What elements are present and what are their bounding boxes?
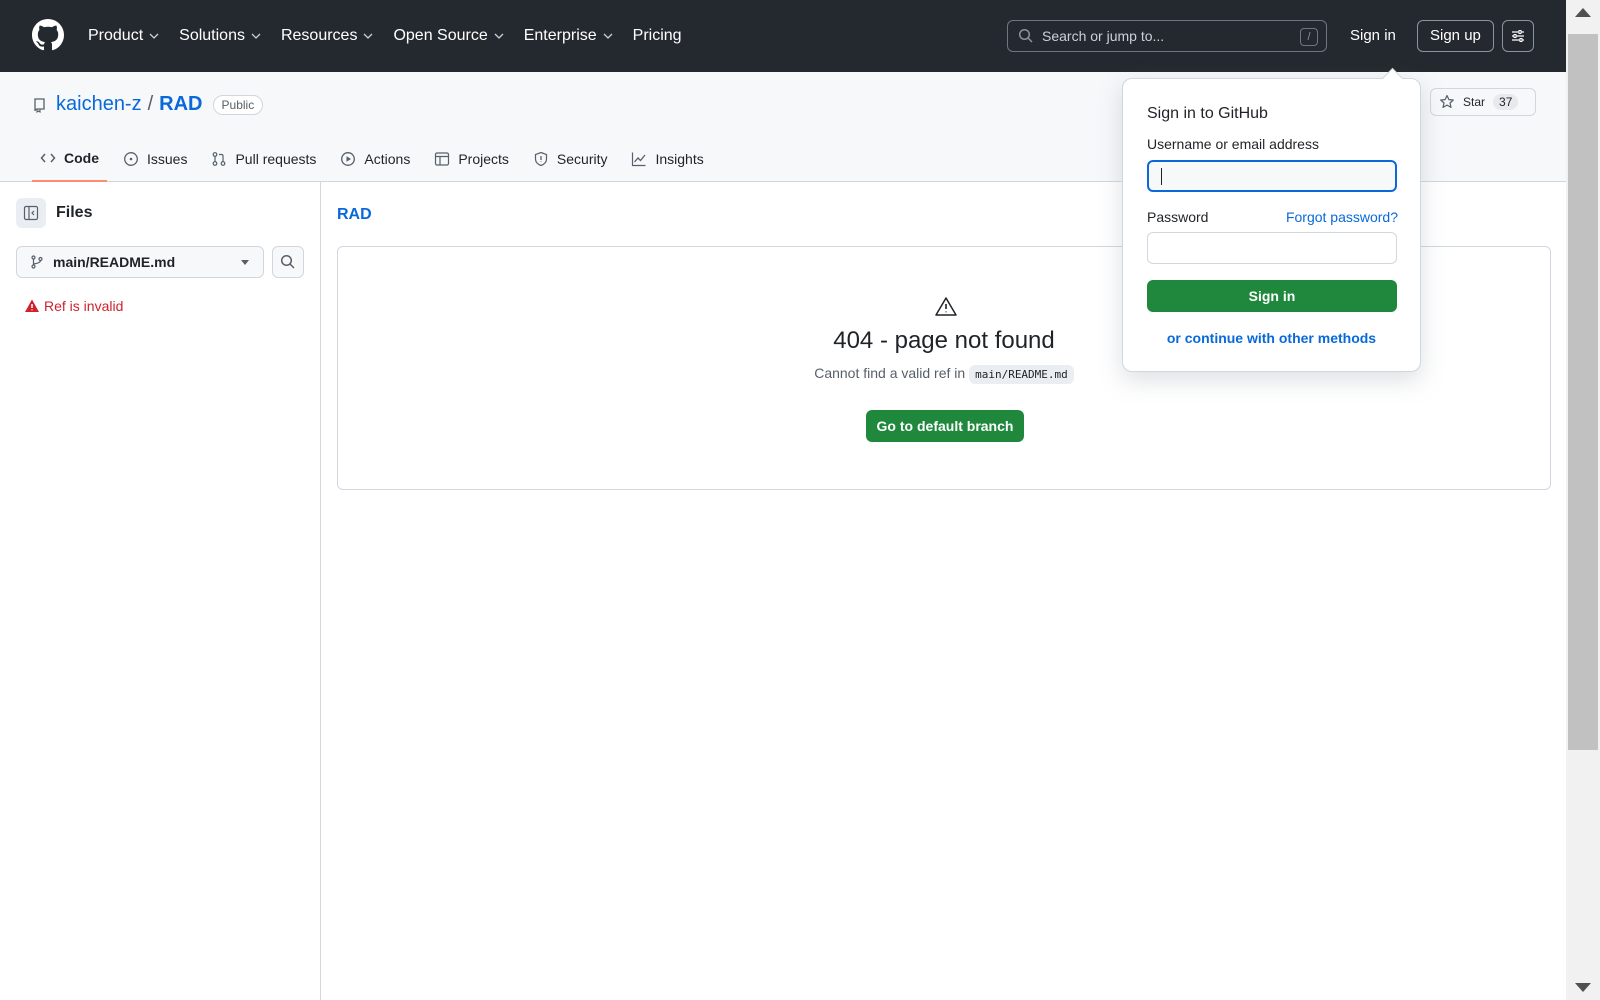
play-icon xyxy=(341,152,356,166)
search-icon xyxy=(1018,28,1033,43)
nav-open-source[interactable]: Open Source xyxy=(393,27,504,45)
go-to-default-branch-button[interactable]: Go to default branch xyxy=(866,410,1024,442)
repo-separator: / xyxy=(147,93,154,115)
tab-actions[interactable]: Actions xyxy=(332,136,418,182)
nav-resources[interactable]: Resources xyxy=(281,27,373,45)
sign-in-button[interactable]: Sign in xyxy=(1147,280,1397,312)
pull-request-icon xyxy=(213,152,226,166)
sidebar-collapse-icon xyxy=(23,205,39,221)
repo-icon xyxy=(34,97,45,113)
username-field[interactable] xyxy=(1147,160,1397,192)
chevron-down-icon xyxy=(251,33,261,39)
chevron-down-icon xyxy=(149,33,159,39)
chevron-down-icon xyxy=(363,33,373,39)
ref-error-message: Ref is invalid xyxy=(24,298,123,314)
tab-security[interactable]: Security xyxy=(525,136,616,182)
sliders-icon xyxy=(1512,30,1524,42)
tab-label: Insights xyxy=(655,151,704,167)
star-label: Star xyxy=(1463,95,1486,109)
nav-pricing[interactable]: Pricing xyxy=(633,27,682,45)
nav-label: Pricing xyxy=(632,27,682,44)
nav-label: Solutions xyxy=(179,27,245,44)
alert-icon xyxy=(25,299,39,312)
password-field[interactable] xyxy=(1147,232,1397,264)
issue-icon xyxy=(124,152,138,166)
page-scrollbar[interactable] xyxy=(1566,0,1600,1000)
forgot-password-link[interactable]: Forgot password? xyxy=(1286,209,1398,225)
alert-icon xyxy=(935,297,957,316)
tab-label: Actions xyxy=(364,151,411,167)
nav-label: Enterprise xyxy=(523,27,597,44)
scrollbar-thumb[interactable] xyxy=(1568,34,1598,750)
file-tree-sidebar: Files main/README.md Ref is invalid xyxy=(0,182,321,1000)
nav-solutions[interactable]: Solutions xyxy=(179,27,261,45)
popover-title: Sign in to GitHub xyxy=(1147,105,1268,122)
star-count: 37 xyxy=(1493,94,1519,110)
username-label: Username or email address xyxy=(1147,136,1319,152)
collapse-sidebar-button[interactable] xyxy=(16,198,46,228)
shield-icon xyxy=(534,151,548,167)
global-nav: Product Solutions Resources Open Source … xyxy=(88,0,702,72)
tab-label: Projects xyxy=(458,151,509,167)
chevron-down-icon xyxy=(494,33,504,39)
tab-label: Code xyxy=(64,150,99,166)
tab-code[interactable]: Code xyxy=(32,136,107,182)
repo-name-link[interactable]: RAD xyxy=(159,93,202,116)
password-label: Password xyxy=(1147,209,1209,225)
graph-icon xyxy=(632,152,646,167)
scroll-up-arrow-icon[interactable] xyxy=(1575,8,1591,17)
chevron-down-icon xyxy=(603,33,613,39)
visibility-badge: Public xyxy=(212,94,264,115)
git-branch-icon xyxy=(31,255,43,269)
settings-menu-button[interactable] xyxy=(1502,20,1534,52)
search-shortcut-key: / xyxy=(1300,28,1318,46)
sign-in-popover: Sign in to GitHub Username or email addr… xyxy=(1122,78,1421,372)
subtitle-text: Cannot find a valid ref in xyxy=(814,365,966,381)
search-placeholder: Search or jump to... xyxy=(1042,28,1165,44)
star-icon xyxy=(1440,94,1454,108)
caret-down-icon xyxy=(241,260,249,265)
sign-in-link[interactable]: Sign in xyxy=(1338,20,1408,52)
tab-insights[interactable]: Insights xyxy=(623,136,711,182)
tab-label: Pull requests xyxy=(235,151,317,167)
error-text: Ref is invalid xyxy=(44,298,124,314)
repo-owner-link[interactable]: kaichen-z xyxy=(56,93,142,116)
file-search-button[interactable] xyxy=(272,246,304,278)
tab-label: Security xyxy=(556,151,608,167)
tab-issues[interactable]: Issues xyxy=(115,136,195,182)
other-methods-link[interactable]: or continue with other methods xyxy=(1123,330,1420,346)
search-input[interactable]: Search or jump to... / xyxy=(1007,20,1327,52)
table-icon xyxy=(435,152,450,166)
scroll-down-arrow-icon[interactable] xyxy=(1575,983,1591,992)
global-header: Product Solutions Resources Open Source … xyxy=(0,0,1566,72)
tab-projects[interactable]: Projects xyxy=(426,136,517,182)
star-button[interactable]: Star 37 xyxy=(1430,88,1536,116)
code-icon xyxy=(40,153,56,163)
search-icon xyxy=(280,254,295,269)
breadcrumb[interactable]: RAD xyxy=(337,206,372,224)
nav-label: Open Source xyxy=(393,27,488,44)
ref-code: main/README.md xyxy=(969,365,1074,384)
nav-enterprise[interactable]: Enterprise xyxy=(524,27,613,45)
repo-title: kaichen-z / RAD Public xyxy=(32,93,264,116)
files-heading: Files xyxy=(56,204,93,221)
github-logo-icon[interactable] xyxy=(32,19,64,51)
tab-label: Issues xyxy=(147,151,188,167)
tab-pull-requests[interactable]: Pull requests xyxy=(203,136,324,182)
branch-name: main/README.md xyxy=(53,254,176,270)
text-cursor xyxy=(1161,168,1162,185)
nav-label: Product xyxy=(88,27,144,44)
nav-label: Resources xyxy=(280,27,358,44)
repo-tabs: Code Issues Pull requests Actions Projec… xyxy=(32,136,720,182)
nav-product[interactable]: Product xyxy=(88,27,159,45)
branch-selector[interactable]: main/README.md xyxy=(16,246,264,278)
sign-up-button[interactable]: Sign up xyxy=(1417,20,1494,52)
